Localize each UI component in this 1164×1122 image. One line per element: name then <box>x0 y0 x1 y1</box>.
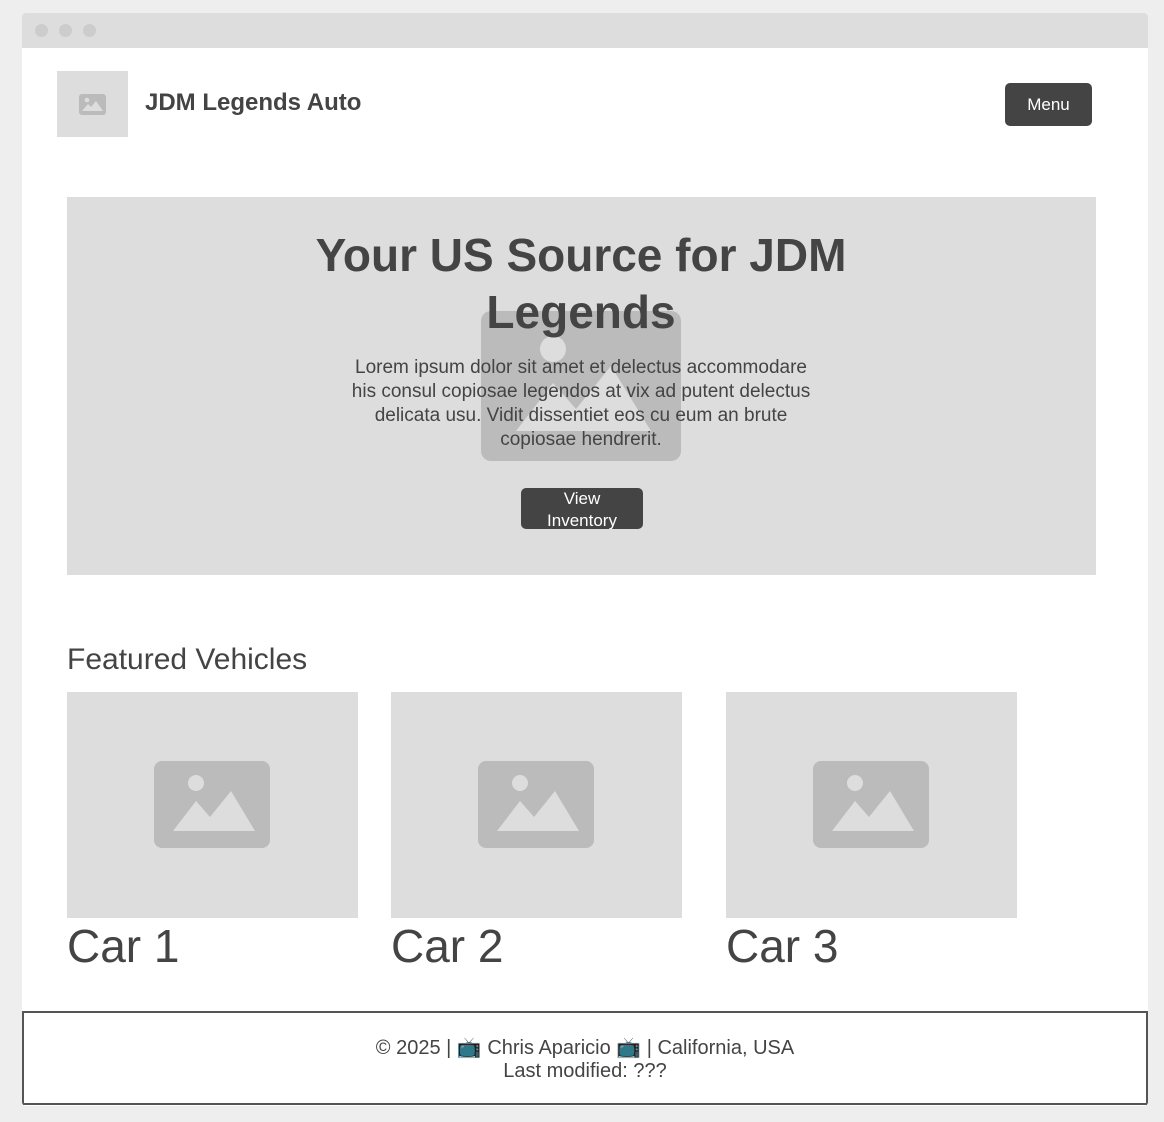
view-inventory-button[interactable]: View Inventory <box>521 488 643 529</box>
vehicle-card[interactable]: Car 1 <box>67 692 358 972</box>
footer-last-modified: Last modified: ??? <box>503 1060 667 1082</box>
vehicle-title[interactable]: Car 2 <box>391 920 682 972</box>
vehicle-image-placeholder[interactable] <box>726 692 1017 918</box>
vehicle-title[interactable]: Car 3 <box>726 920 1017 972</box>
page-footer: © 2025 | 📺 Chris Aparicio 📺 | California… <box>22 1011 1148 1105</box>
window-titlebar <box>22 13 1148 48</box>
logo-image-placeholder[interactable] <box>57 71 128 137</box>
browser-window: JDM Legends Auto Menu Your US Source for… <box>22 13 1148 1106</box>
window-dot-3 <box>83 24 96 37</box>
footer-copyright: © 2025 | 📺 Chris Aparicio 📺 | California… <box>375 1037 795 1059</box>
image-icon <box>154 761 270 848</box>
vehicle-card[interactable]: Car 2 <box>391 692 682 972</box>
image-icon <box>79 94 106 115</box>
hero-section: Your US Source for JDM Legends Lorem ips… <box>67 197 1096 575</box>
vehicle-image-placeholder[interactable] <box>67 692 358 918</box>
vehicle-image-placeholder[interactable] <box>391 692 682 918</box>
hero-title: Your US Source for JDM Legends <box>315 229 847 338</box>
site-brand-name[interactable]: JDM Legends Auto <box>145 89 361 117</box>
featured-vehicles-heading: Featured Vehicles <box>67 643 308 676</box>
window-dot-1 <box>35 24 48 37</box>
vehicle-card[interactable]: Car 3 <box>726 692 1017 972</box>
hero-description: Lorem ipsum dolor sit amet et delectus a… <box>351 357 811 450</box>
vehicle-title[interactable]: Car 1 <box>67 920 358 972</box>
menu-button[interactable]: Menu <box>1005 83 1092 126</box>
image-icon <box>813 761 929 848</box>
window-dot-2 <box>59 24 72 37</box>
image-icon <box>478 761 594 848</box>
